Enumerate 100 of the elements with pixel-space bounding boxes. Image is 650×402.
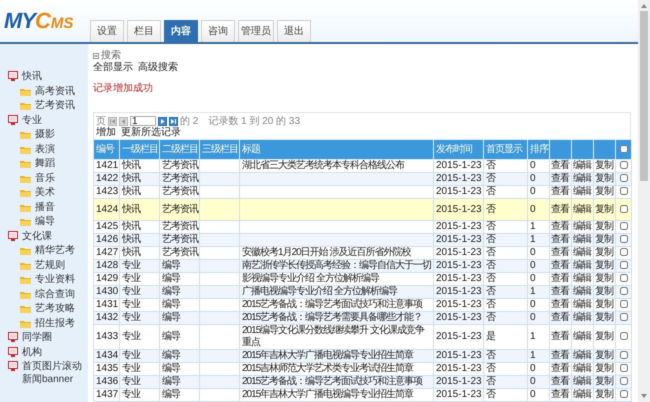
table-row[interactable]: 1426 快讯 艺考资讯 2015-1-23 否 1 查看 编辑 复制 [94, 234, 632, 246]
nav-tab[interactable]: 咨询 [201, 20, 235, 42]
first-page-icon[interactable] [108, 116, 117, 126]
search-link[interactable]: 高级搜索 [138, 62, 178, 74]
sidebar-item[interactable]: 音乐 [35, 172, 55, 184]
row-checkbox[interactable] [620, 222, 628, 230]
table-row[interactable]: 1435 专业 编导 2015吉林师范大学艺术类专业考试招生简章 2015-1-23 否 0 查看 编辑 复制 [94, 362, 632, 376]
nav-tab[interactable]: 管理员 [238, 20, 274, 42]
folder-icon [20, 217, 31, 226]
nav-tab[interactable]: 栏目 [127, 20, 161, 42]
scrollbar[interactable] [638, 0, 650, 402]
folder-icon [20, 275, 31, 284]
row-action-link[interactable]: 查看 [550, 388, 572, 402]
monitor-icon [8, 114, 18, 124]
search-link[interactable]: 全部显示 [93, 62, 133, 74]
row-checkbox[interactable] [620, 313, 628, 322]
row-checkbox[interactable] [620, 332, 628, 340]
table-row[interactable]: 1428 专业 编导 南艺浙传学长传授高考经验：编导自信大于一切 2015-1-23 否 0 查看 编辑 复制 [94, 260, 632, 272]
sidebar-item[interactable]: 文化课 [22, 230, 52, 242]
select-all-checkbox[interactable] [620, 144, 628, 153]
sidebar-item[interactable]: 摄影 [35, 128, 55, 141]
folder-icon [20, 318, 31, 328]
table-row[interactable]: 1434 专业 编导 2015年吉林大学广播电视编导专业招生简章 2015-1-23 否 1 查看 编辑 复制 [94, 350, 632, 362]
table-row[interactable]: 1430 专业 编导 广播电视编导专业介绍 全方位解析编导 2015-1-23 否 1 查看 编辑 复制 [94, 286, 632, 298]
table-row[interactable]: 1431 专业 编导 2015艺考备战：编导艺考面试技巧和注意事项 2015-1-23 否 0 查看 编辑 复制 [94, 298, 632, 312]
sidebar-item[interactable]: 专业资料 [35, 273, 75, 286]
sidebar-item[interactable]: 同学圈 [22, 331, 52, 344]
row-checkbox[interactable] [620, 248, 628, 256]
action-link[interactable]: 更新所选记录 [121, 127, 181, 139]
previous-page-icon[interactable] [119, 116, 128, 126]
row-checkbox[interactable] [620, 204, 628, 213]
table-cell: 2015年吉林大学广播电视编导专业招生简章 [240, 388, 434, 402]
table-row[interactable]: 1437 专业 编导 2015年吉林大学广播电视编导专业招生简章 2015-1-23 否 0 查看 编辑 复制 [94, 388, 632, 402]
table-row[interactable]: 1423 快讯 艺考资讯 2015-1-23 否 0 查看 编辑 复制 [94, 186, 632, 198]
scrollbar-thumb[interactable] [640, 11, 648, 181]
sidebar-item[interactable]: 艺考攻略 [35, 302, 75, 315]
row-checkbox[interactable] [620, 351, 628, 360]
sidebar-item[interactable]: 表演 [35, 142, 55, 156]
sidebar-item[interactable]: 播音 [35, 200, 55, 214]
row-action-link[interactable]: 复制 [594, 388, 616, 402]
scroll-up-icon[interactable] [641, 4, 647, 8]
sidebar-item[interactable]: 艺考资讯 [35, 99, 75, 112]
sidebar-item[interactable]: 美术 [35, 186, 55, 199]
search-heading: 搜索 [101, 50, 121, 60]
row-checkbox[interactable] [620, 161, 628, 170]
table-row[interactable]: 1432 专业 编导 2015艺考备战：编导艺考需要具备哪些才能？ 2015-1-23 否 0 查看 编辑 复制 [94, 312, 632, 324]
sidebar-item[interactable]: 编导 [35, 215, 55, 228]
table-row[interactable]: 1422 快讯 艺考资讯 2015-1-23 否 0 查看 编辑 复制 [94, 172, 632, 186]
sidebar-item[interactable]: 专业 [22, 114, 42, 126]
sidebar-item[interactable]: 高考资讯 [35, 84, 75, 98]
nav-tab[interactable]: 内容 [164, 20, 198, 42]
sidebar-item[interactable]: 艺规则 [35, 258, 65, 272]
sidebar-item[interactable]: 招生报考 [35, 316, 75, 330]
record-count: 记录数 1 到 20 的 33 [208, 114, 300, 128]
sidebar-item[interactable]: 机构 [22, 346, 42, 358]
nav-tab[interactable]: 退出 [277, 20, 311, 42]
table-cell: 0 [528, 388, 550, 402]
folder-icon [20, 130, 31, 139]
table-row[interactable]: 1421 快讯 艺考资讯 湖北省三大类艺考统考本专科合格线公布 2015-1-23 否 0 查看 编辑 复制 [94, 160, 632, 172]
folder-icon [20, 101, 31, 110]
next-page-icon[interactable] [158, 116, 167, 126]
row-checkbox[interactable] [620, 300, 628, 308]
folder-icon [20, 304, 31, 313]
folder-icon [20, 290, 31, 298]
sidebar-item[interactable]: 舞蹈 [35, 157, 55, 170]
table-row[interactable]: 1425 快讯 艺考资讯 2015-1-23 否 1 查看 编辑 复制 [94, 220, 632, 234]
row-checkbox[interactable] [620, 187, 628, 196]
table-cell: 专业 [120, 388, 160, 402]
row-checkbox[interactable] [620, 235, 628, 244]
monitor-icon [8, 332, 18, 342]
action-link[interactable]: 增加 [96, 127, 116, 139]
row-checkbox[interactable] [620, 261, 628, 270]
row-checkbox[interactable] [620, 364, 628, 372]
scroll-down-icon[interactable] [641, 394, 647, 398]
table-row[interactable]: 1429 专业 编导 影视编导专业介绍 全方位解析编导 2015-1-23 否 0 查看 编辑 复制 [94, 272, 632, 286]
pager-label: 页 [96, 114, 106, 127]
table-row[interactable]: 1436 专业 编导 2015艺考备战：编导艺考面试技巧和注意事项 2015-1-23 否 0 查看 编辑 复制 [94, 376, 632, 388]
collapse-icon[interactable] [93, 52, 99, 58]
logo: MYCMS [3, 10, 74, 35]
sidebar-item[interactable]: 快讯 [22, 70, 42, 83]
row-checkbox[interactable] [620, 377, 628, 386]
last-page-icon[interactable] [169, 116, 178, 126]
row-checkbox[interactable] [620, 287, 628, 296]
nav-tab[interactable]: 设置 [90, 20, 124, 42]
table-cell: 1437 [94, 388, 120, 402]
page-count: 的 2 [180, 114, 198, 127]
table-row[interactable]: 1433 专业 编导 2015编导文化课分数线继续攀升 文化课成竞争重点 2015-1-23 是 1 查看 编辑 复制 [94, 324, 632, 350]
table-row[interactable]: 1427 快讯 艺考资讯 安徽校考1月20日开始 涉及近百所省外院校 2015-1-23 否 0 查看 编辑 复制 [94, 246, 632, 260]
sidebar-item[interactable]: 综合查询 [35, 288, 75, 300]
success-message: 记录增加成功 [93, 84, 154, 94]
row-checkbox[interactable] [620, 174, 628, 182]
row-checkbox[interactable] [620, 274, 628, 282]
row-checkbox[interactable] [620, 390, 628, 398]
folder-icon [20, 86, 31, 96]
sidebar-item[interactable]: 首页图片滚动新闻banner [22, 360, 88, 386]
folder-icon [20, 202, 31, 212]
table-row[interactable]: 1424 快讯 艺考资讯 2015-1-23 否 0 查看 编辑 复制 [94, 198, 632, 220]
sidebar-item[interactable]: 精华艺考 [35, 244, 75, 257]
row-action-link[interactable]: 编辑 [572, 388, 594, 402]
folder-icon [20, 188, 31, 197]
